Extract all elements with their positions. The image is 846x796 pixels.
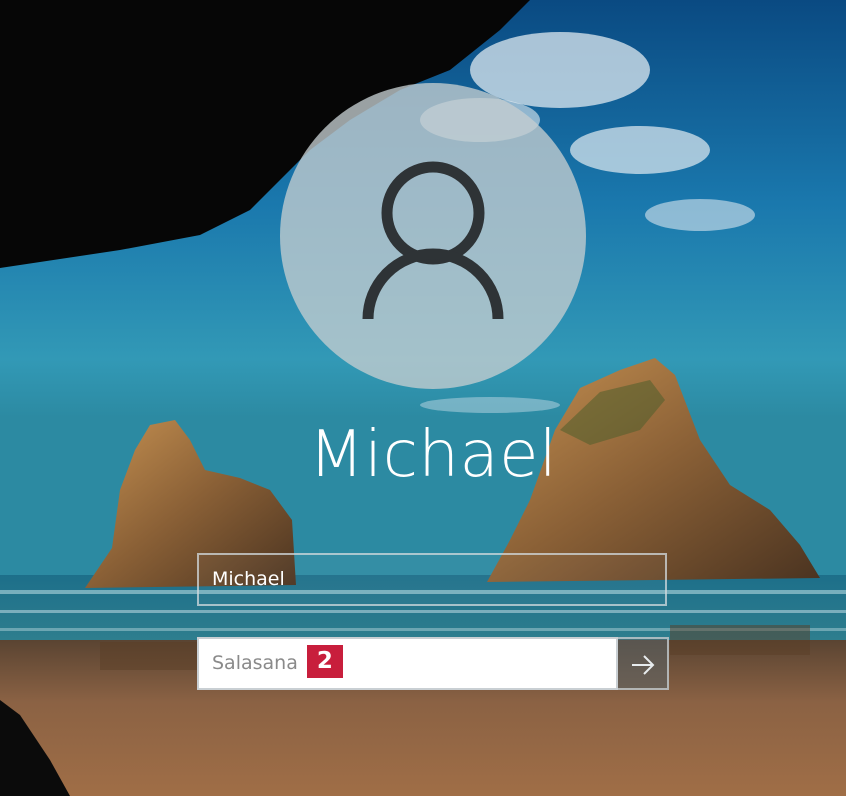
user-display-name: Michael <box>308 418 558 492</box>
user-silhouette-icon <box>362 161 504 320</box>
user-avatar <box>280 83 586 389</box>
username-field[interactable]: Michael <box>197 553 667 606</box>
submit-button[interactable] <box>618 637 669 690</box>
lock-screen: Michael Michael Salasana 2 <box>0 0 846 796</box>
username-value: Michael <box>212 568 285 590</box>
password-field[interactable]: Salasana 2 <box>197 637 618 690</box>
arrow-right-icon <box>632 655 655 675</box>
password-placeholder: Salasana <box>212 652 298 674</box>
step-badge: 2 <box>306 645 343 678</box>
